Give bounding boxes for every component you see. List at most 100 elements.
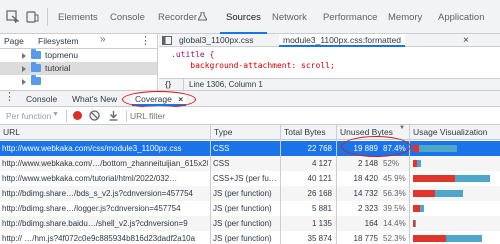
table-row[interactable]: http:// …/hm.js?4f072c0e9c885934b816d23d… [0, 231, 500, 244]
cell-type: CSS [213, 159, 230, 168]
column-header-total-bytes[interactable]: Total Bytes [280, 125, 336, 140]
cell-type: JS (per function) [213, 204, 272, 213]
url-filter-input[interactable] [130, 109, 270, 122]
navigator-tab-filesystem[interactable]: Filesystem [38, 36, 79, 46]
per-function-select[interactable]: Per function [6, 111, 51, 121]
cell-url: http://www.webkaka.com/…/bottom_zhanneit… [2, 159, 208, 168]
tab-memory[interactable]: Memory [388, 8, 422, 28]
cell-unused-bytes: 164 [364, 219, 378, 228]
cell-unused-bytes: 2 148 [357, 159, 378, 168]
cell-unused-bytes: 14 732 [353, 189, 378, 198]
inspect-element-icon[interactable] [6, 10, 20, 24]
devtools-top-bar: Elements Console Recorder Sources Networ… [0, 0, 500, 34]
pretty-print-icon[interactable]: {} [165, 79, 171, 90]
drawer-tab-whats-new[interactable]: What's New [72, 93, 117, 106]
cell-total-bytes: 22 768 [307, 144, 332, 153]
cursor-position: Line 1306, Column 1 [189, 80, 263, 89]
used-bytes-bar [413, 175, 455, 182]
annotation-circle-coverage-tab [122, 91, 196, 108]
sources-navigator: Page Filesystem » ⋮ topmenu tutorial [0, 34, 158, 90]
cell-total-bytes: 40 121 [307, 174, 332, 183]
tab-sources[interactable]: Sources [220, 8, 267, 34]
drawer-tab-console[interactable]: Console [26, 93, 57, 106]
cell-url: http://bdimg.share…/bds_s_v2.js?cdnversi… [2, 189, 194, 198]
device-toolbar-icon[interactable] [26, 10, 39, 23]
reload-icon[interactable] [89, 110, 100, 121]
cell-url: http://bdimg.share.baidu…/shell_v2.js?cd… [2, 219, 188, 228]
editor-tab-strip: global3_1100px.css module3_1100px.css:fo… [159, 34, 500, 47]
cell-total-bytes: 5 881 [311, 204, 332, 213]
coverage-toolbar: Per function ▼ [0, 107, 500, 125]
tab-console[interactable]: Console [110, 8, 145, 28]
cell-type: CSS [213, 144, 230, 153]
unused-bytes-bar [419, 205, 425, 212]
column-divider [280, 125, 281, 244]
drawer-menu-icon[interactable]: ⋮ [4, 91, 15, 104]
table-row[interactable]: http://www.webkaka.com/tutorial/html/202… [0, 171, 500, 186]
editor-tab-global3[interactable]: global3_1100px.css [175, 34, 258, 47]
record-icon[interactable] [73, 111, 82, 120]
tab-network[interactable]: Network [272, 8, 307, 28]
cell-unused-percent: 45.9% [383, 174, 406, 183]
cell-unused-percent: 52.3% [383, 234, 406, 243]
column-header-url[interactable]: URL [0, 125, 210, 140]
drawer-tab-strip: ⋮ Console What's New Coverage × [0, 90, 500, 108]
tree-item-folder[interactable] [0, 75, 157, 88]
cell-total-bytes: 35 874 [307, 234, 332, 243]
table-row[interactable]: http://bdimg.share…/logger.js?cdnversion… [0, 201, 500, 216]
tab-elements[interactable]: Elements [58, 8, 98, 28]
table-row[interactable]: http://www.webkaka.com/css/module3_1100p… [0, 141, 500, 156]
editor-tab-module3-formatted[interactable]: module3_1100px.css:formatted [279, 34, 405, 47]
tree-item-label: tutorial [45, 63, 71, 73]
expand-arrow-icon[interactable] [22, 66, 26, 72]
toolbar-divider [47, 8, 48, 26]
cell-url: http://www.webkaka.com/tutorial/html/202… [2, 174, 178, 183]
column-header-type[interactable]: Type [210, 125, 280, 140]
cell-type: JS (per function) [213, 189, 272, 198]
dropdown-arrow-icon[interactable]: ▼ [52, 111, 59, 118]
toolbar-divider [126, 110, 127, 122]
cell-total-bytes: 1 135 [311, 219, 332, 228]
expand-arrow-icon[interactable] [22, 53, 26, 59]
expand-arrow-icon[interactable] [22, 79, 26, 85]
annotation-circle-unused-bytes [341, 136, 411, 157]
column-header-usage-visualization[interactable]: Usage Visualization [409, 125, 500, 140]
cell-total-bytes: 26 168 [307, 189, 332, 198]
coverage-table-header: URL Type Total Bytes Unused Bytes ▼ Usag… [0, 125, 500, 140]
export-download-icon[interactable] [108, 110, 119, 121]
column-divider [210, 125, 211, 244]
navigator-tab-page[interactable]: Page [4, 36, 24, 46]
cell-url: http:// …/hm.js?4f072c0e9c885934b816d23d… [2, 234, 196, 243]
table-row[interactable]: http://bdimg.share.baidu…/shell_v2.js?cd… [0, 216, 500, 231]
cell-type: CSS+JS (per fu… [213, 174, 277, 183]
cell-unused-percent: 14.4% [383, 219, 406, 228]
table-row[interactable]: http://bdimg.share…/bds_s_v2.js?cdnversi… [0, 186, 500, 201]
table-row[interactable]: http://www.webkaka.com/…/bottom_zhanneit… [0, 156, 500, 171]
more-options-icon[interactable]: ⋮ [140, 34, 151, 47]
unused-bytes-bar [445, 235, 482, 242]
folder-icon [31, 49, 41, 59]
editor-status-bar: {} Line 1306, Column 1 [159, 78, 500, 90]
cell-unused-percent: 39.5% [383, 204, 406, 213]
code-line-property: background-attachment: scroll; [171, 61, 335, 70]
cell-unused-bytes: 18 420 [353, 174, 378, 183]
recorder-flask-icon [197, 11, 208, 21]
toolbar-divider [66, 110, 67, 122]
cell-unused-bytes: 2 323 [357, 204, 378, 213]
tab-recorder[interactable]: Recorder [158, 8, 197, 28]
cell-url: http://www.webkaka.com/css/module3_1100p… [2, 144, 182, 153]
sort-descending-icon[interactable]: ▼ [399, 125, 405, 131]
tree-item-topmenu[interactable]: topmenu [0, 49, 157, 62]
cell-unused-bytes: 18 775 [353, 234, 378, 243]
cell-type: JS (per function) [213, 219, 272, 228]
used-bytes-bar [413, 190, 436, 197]
close-tab-icon[interactable]: × [461, 34, 471, 47]
tree-item-tutorial[interactable]: tutorial [0, 62, 157, 75]
tab-application[interactable]: Application [438, 8, 484, 28]
toggle-navigator-icon[interactable] [162, 36, 172, 45]
source-editor: global3_1100px.css module3_1100px.css:fo… [159, 34, 500, 90]
more-tabs-chevron-icon[interactable]: » [100, 34, 106, 45]
tab-performance[interactable]: Performance [323, 8, 377, 28]
column-divider [336, 125, 337, 244]
cell-total-bytes: 4 127 [311, 159, 332, 168]
